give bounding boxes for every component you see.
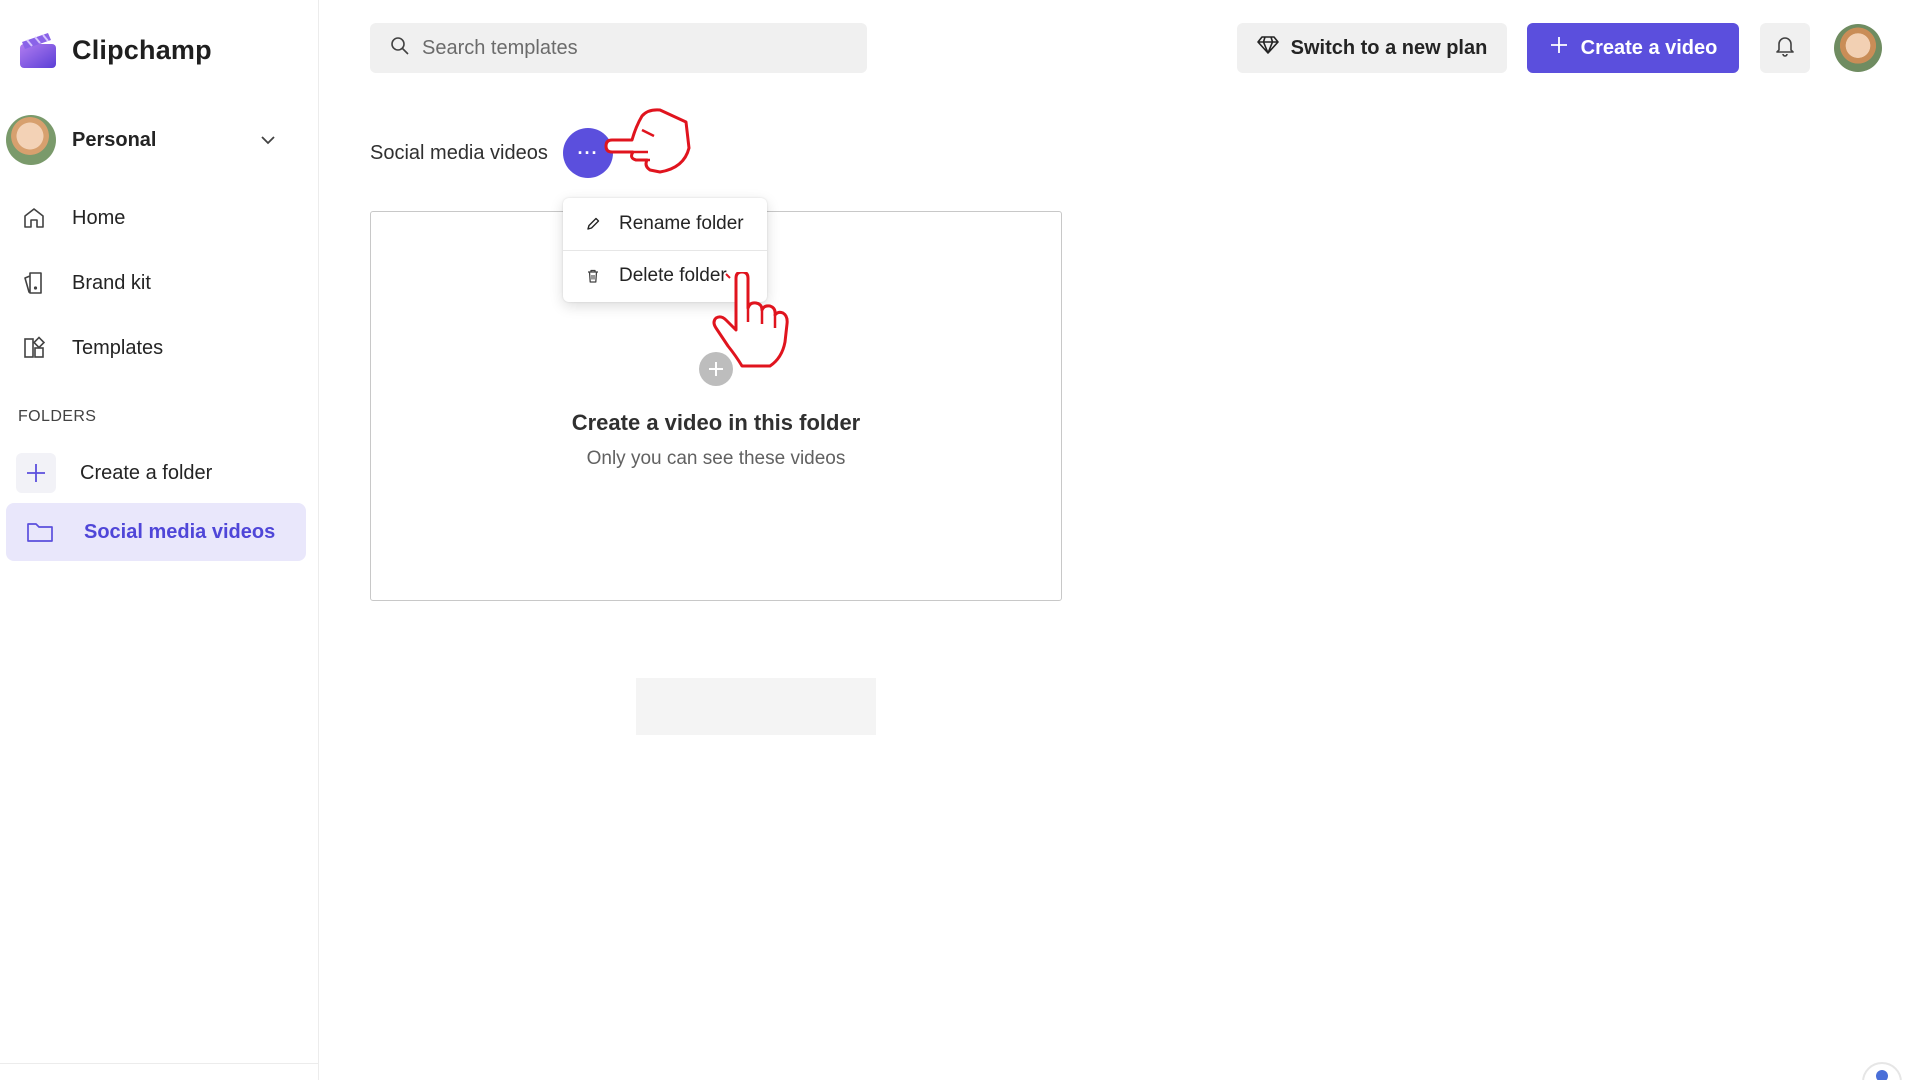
sidebar-item-label: Home [72, 206, 126, 229]
sidebar-item-home[interactable]: Home [6, 190, 306, 246]
pencil-icon [583, 216, 603, 232]
home-icon [6, 205, 62, 231]
switch-plan-label: Switch to a new plan [1290, 36, 1488, 59]
pointing-hand-icon [604, 108, 691, 174]
clicking-hand-icon [712, 272, 789, 368]
empty-folder-subtitle: Only you can see these videos [586, 448, 846, 469]
folder-icon [20, 520, 60, 544]
search-input[interactable] [422, 36, 842, 60]
account-switcher[interactable]: Personal [6, 114, 296, 166]
diamond-icon [1256, 35, 1279, 61]
app-name: Clipchamp [72, 34, 212, 65]
clipchamp-logo-icon [20, 33, 56, 68]
app-window: Clipchamp Personal Home Brand kit Templa… [0, 0, 1920, 1080]
sidebar-item-brand-kit[interactable]: Brand kit [6, 255, 306, 311]
sidebar-item-templates[interactable]: Templates [6, 320, 306, 376]
sidebar-folder-social-media-videos[interactable]: Social media videos [6, 503, 306, 561]
sidebar-item-label: Templates [72, 336, 164, 359]
trash-icon [583, 268, 603, 284]
plus-icon [16, 453, 56, 493]
menu-item-label: Rename folder [619, 213, 744, 234]
create-video-label: Create a video [1580, 36, 1718, 59]
switch-plan-button[interactable]: Switch to a new plan [1237, 23, 1507, 73]
rename-folder-menu-item[interactable]: Rename folder [563, 198, 767, 250]
help-button[interactable] [1862, 1062, 1902, 1080]
sidebar-folder-label: Create a folder [80, 461, 213, 484]
chevron-down-icon [261, 136, 275, 145]
sidebar-folder-label: Social media videos [84, 520, 276, 543]
sidebar-divider [0, 1063, 319, 1064]
folder-title: Social media videos [370, 142, 548, 164]
user-avatar[interactable] [1834, 24, 1882, 72]
sidebar: Clipchamp Personal Home Brand kit Templa… [0, 0, 319, 1080]
search-bar[interactable] [370, 23, 867, 73]
help-icon [1876, 1070, 1888, 1080]
folders-heading: FOLDERS [18, 408, 97, 425]
account-avatar [6, 115, 56, 165]
plus-icon [1549, 35, 1569, 61]
empty-folder-title: Create a video in this folder [571, 410, 861, 435]
notifications-button[interactable] [1760, 23, 1810, 73]
create-video-button[interactable]: Create a video [1527, 23, 1739, 73]
menu-item-label: Delete folder [619, 265, 727, 286]
loading-placeholder [636, 678, 876, 735]
account-name: Personal [72, 128, 157, 151]
templates-icon [6, 335, 62, 361]
brand-kit-icon [6, 270, 62, 296]
search-icon [390, 36, 410, 61]
bell-icon [1775, 35, 1795, 62]
sidebar-item-label: Brand kit [72, 271, 151, 294]
create-folder-button[interactable]: Create a folder [6, 444, 306, 502]
app-logo[interactable]: Clipchamp [18, 30, 212, 70]
